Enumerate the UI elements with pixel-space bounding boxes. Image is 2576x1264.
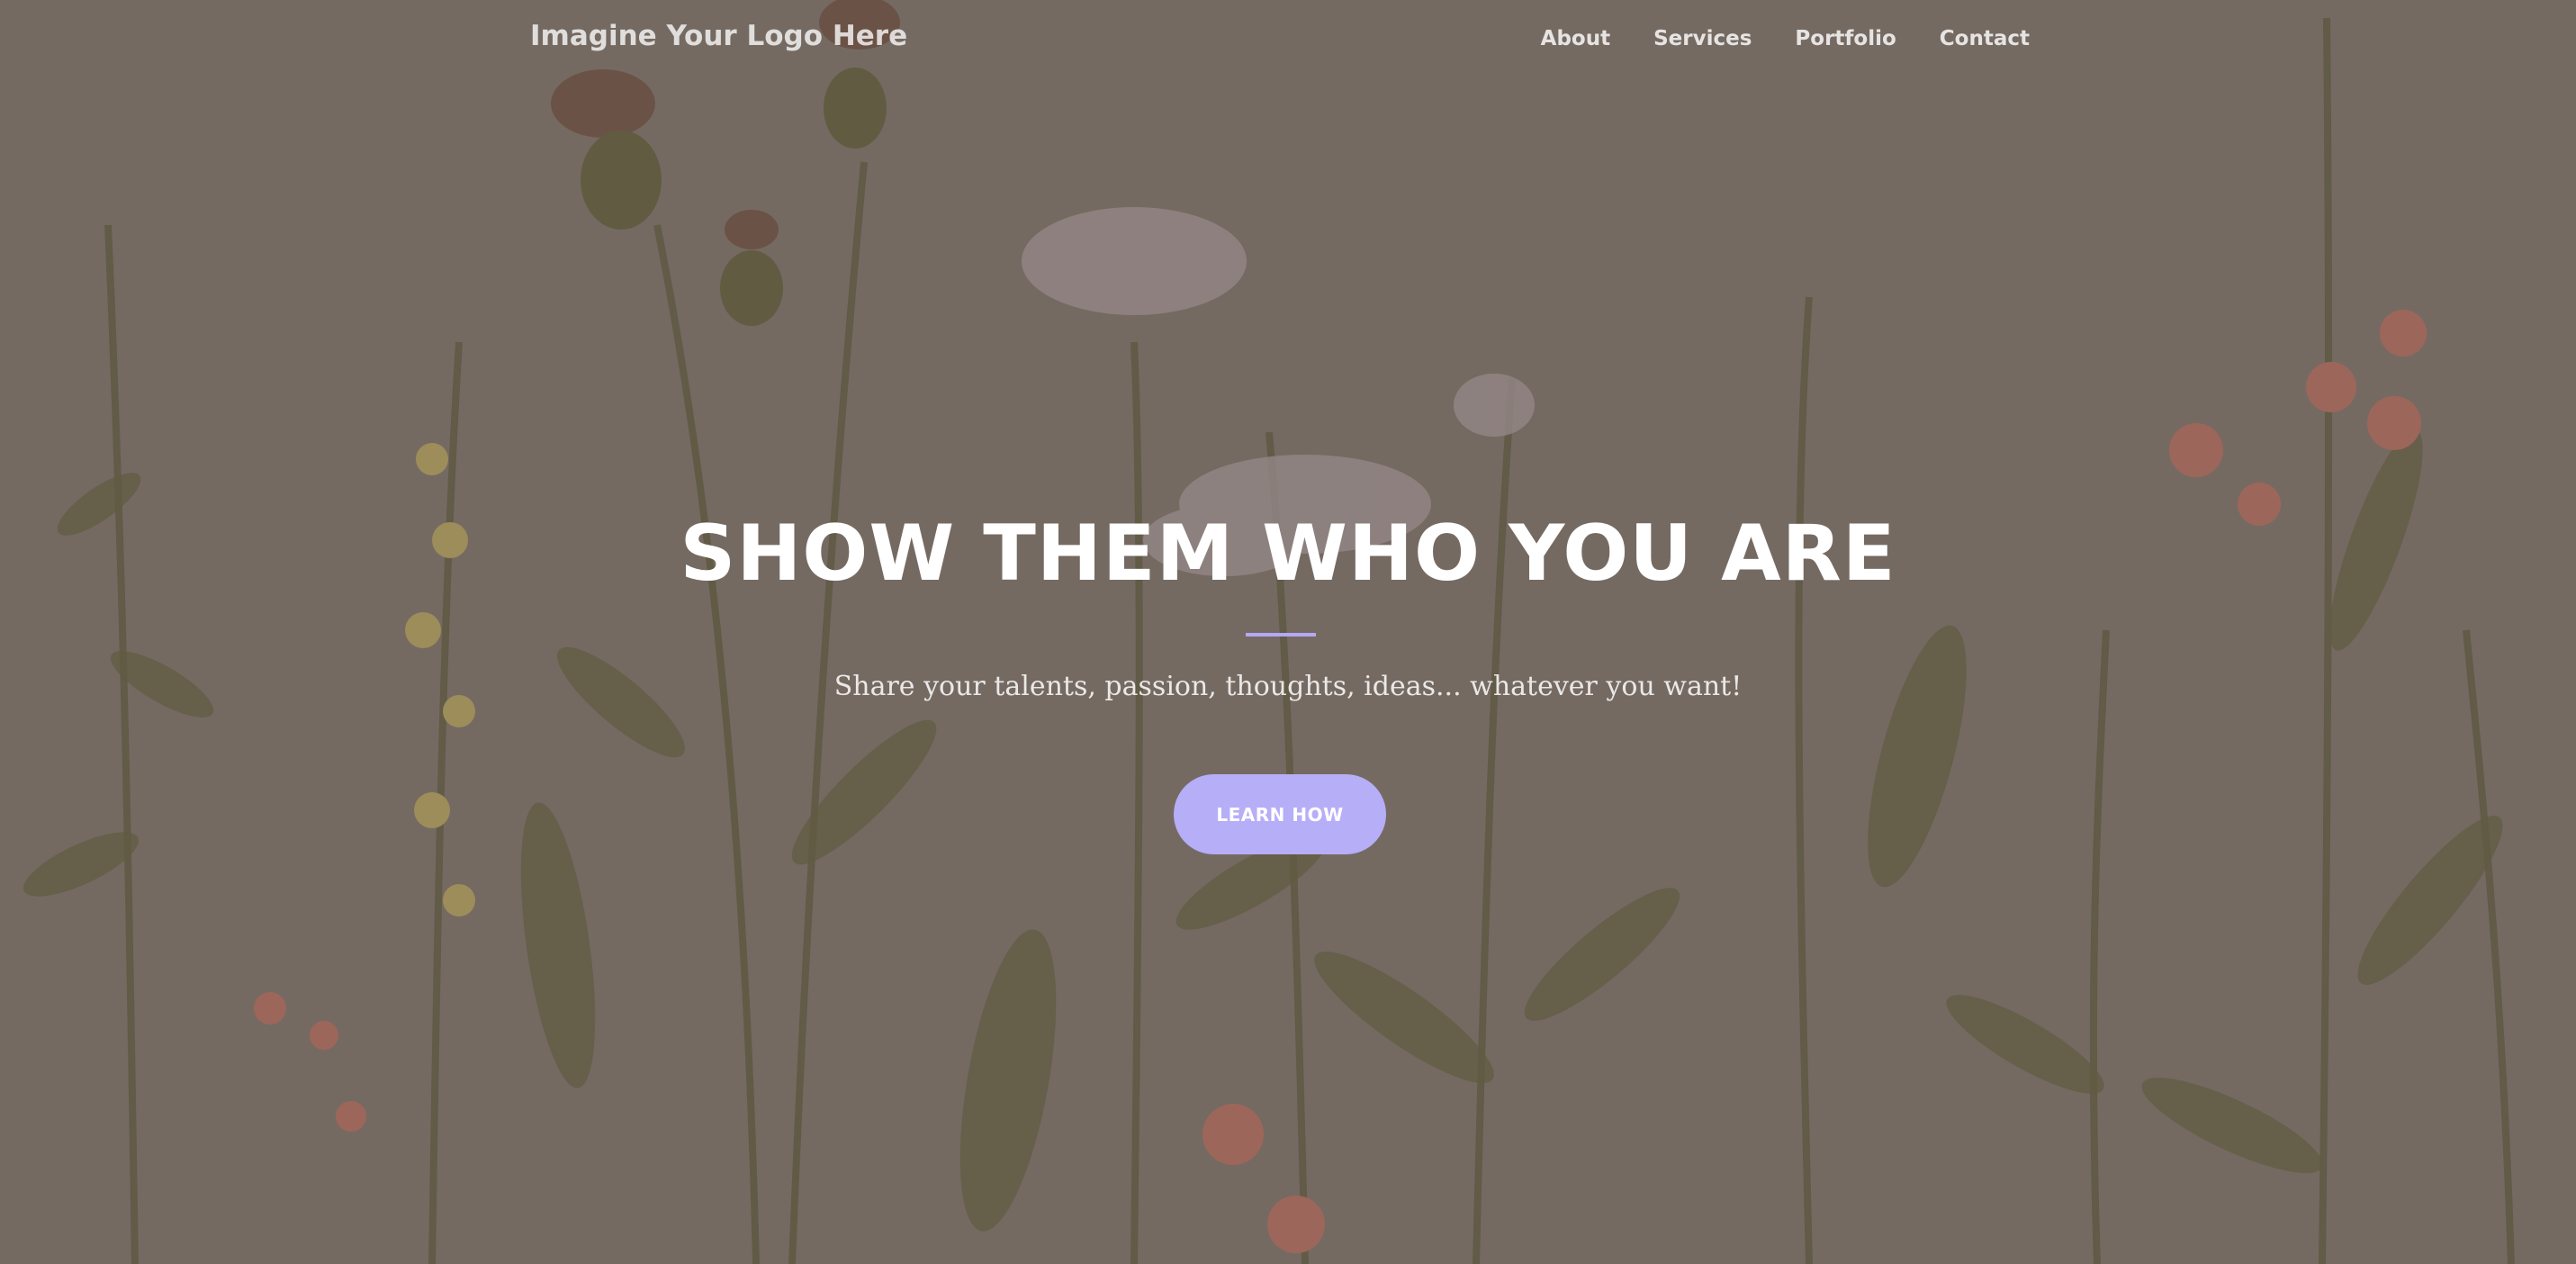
hero-title: SHOW THEM WHO YOU ARE (680, 509, 1896, 599)
learn-how-button[interactable]: LEARN HOW (1174, 774, 1386, 854)
title-divider (1246, 633, 1316, 637)
hero-subtitle: Share your talents, passion, thoughts, i… (833, 671, 1743, 702)
hero-section: SHOW THEM WHO YOU ARE Share your talents… (0, 0, 2576, 1264)
